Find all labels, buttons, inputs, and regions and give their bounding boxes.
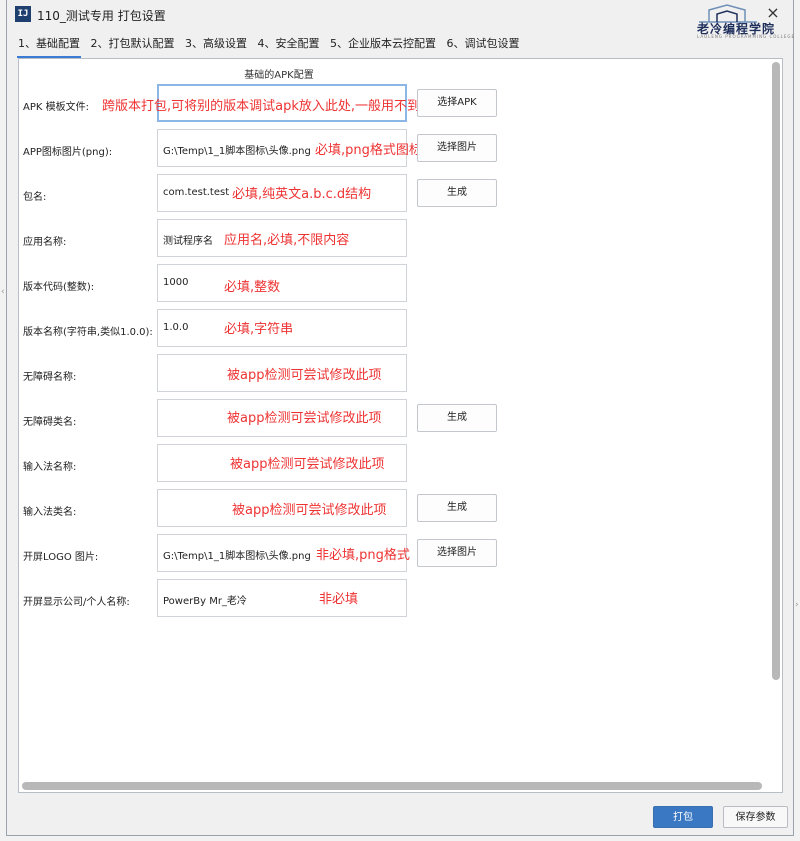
section-title: 基础的APK配置 <box>244 70 314 81</box>
tab-enterprise-cloud-config[interactable]: 5、企业版本云控配置 <box>329 36 437 58</box>
pack-button[interactable]: 打包 <box>653 806 713 828</box>
logo-subtitle: LAOLENG PROGRAMMING COLLEGE <box>697 34 796 39</box>
tab-advanced-settings[interactable]: 3、高级设置 <box>184 36 248 58</box>
accessibility-class-hint: 被app检测可尝试修改此项 <box>227 411 382 426</box>
version-name-label: 版本名称(字符串,类似1.0.0): <box>23 327 153 338</box>
app-icon-label: APP图标图片(png): <box>23 147 113 158</box>
field-value: G:\Temp\1_1脚本图标\头像.png <box>163 146 311 157</box>
vertical-scrollbar[interactable] <box>772 62 780 680</box>
app-name-label: 应用名称: <box>23 237 67 248</box>
select-apk-button[interactable]: 选择APK <box>417 89 497 117</box>
tab-security-config[interactable]: 4、安全配置 <box>257 36 321 58</box>
titlebar: IJ 110_测试专用 打包设置 × <box>7 0 793 30</box>
accessibility-class-label: 无障碍类名: <box>23 417 77 428</box>
accessibility-name-hint: 被app检测可尝试修改此项 <box>227 368 382 383</box>
package-name-label: 包名: <box>23 192 47 203</box>
splash-logo-label: 开屏LOGO 图片: <box>23 552 99 563</box>
generate-input-method-class-button[interactable]: 生成 <box>417 494 497 522</box>
field-value: 1.0.0 <box>163 322 189 333</box>
package-name-hint: 必填,纯英文a.b.c.d结构 <box>232 187 372 202</box>
field-value: 测试程序名 <box>163 236 213 247</box>
tab-bar: 1、基础配置 2、打包默认配置 3、高级设置 4、安全配置 5、企业版本云控配置… <box>17 36 526 58</box>
brand-logo: 老冷编程学院 LAOLENG PROGRAMMING COLLEGE <box>687 4 794 39</box>
splash-company-input[interactable]: PowerBy Mr_老冷 <box>157 579 407 617</box>
version-code-hint: 必填,整数 <box>224 280 281 295</box>
generate-package-name-button[interactable]: 生成 <box>417 179 497 207</box>
app-icon: IJ <box>15 6 31 22</box>
select-icon-image-button[interactable]: 选择图片 <box>417 134 497 162</box>
field-value: G:\Temp\1_1脚本图标\头像.png <box>163 551 311 562</box>
background-glyph: ‹ <box>1 287 5 297</box>
apk-template-label: APK 模板文件: <box>23 102 89 113</box>
window-title: 110_测试专用 打包设置 <box>37 9 166 23</box>
background-glyph: › <box>795 600 799 610</box>
save-params-button[interactable]: 保存参数 <box>723 806 788 828</box>
splash-company-label: 开屏显示公司/个人名称: <box>23 597 130 608</box>
horizontal-scrollbar[interactable] <box>22 782 762 790</box>
version-name-hint: 必填,字符串 <box>224 322 294 337</box>
splash-logo-hint: 非必填,png格式 <box>316 548 410 563</box>
field-value: 1000 <box>163 277 189 288</box>
accessibility-name-label: 无障碍名称: <box>23 372 77 383</box>
field-value: com.test.test <box>163 187 230 198</box>
select-splash-image-button[interactable]: 选择图片 <box>417 539 497 567</box>
settings-dialog: IJ 110_测试专用 打包设置 × 老冷编程学院 LAOLENG PROGRA… <box>6 0 794 836</box>
config-panel: 基础的APK配置 APK 模板文件: 跨版本打包,可将别的版本调试apk放入此处… <box>18 58 783 793</box>
app-name-hint: 应用名,必填,不限内容 <box>224 233 350 248</box>
input-method-name-hint: 被app检测可尝试修改此项 <box>230 457 385 472</box>
tab-basic-config[interactable]: 1、基础配置 <box>17 36 81 58</box>
input-method-class-hint: 被app检测可尝试修改此项 <box>232 503 387 518</box>
apk-template-hint: 跨版本打包,可将别的版本调试apk放入此处,一般用不到 <box>102 99 421 114</box>
generate-accessibility-class-button[interactable]: 生成 <box>417 404 497 432</box>
input-method-class-label: 输入法类名: <box>23 507 77 518</box>
tab-debug-pack-settings[interactable]: 6、调试包设置 <box>446 36 521 58</box>
version-code-label: 版本代码(整数): <box>23 282 95 293</box>
tab-default-pack-config[interactable]: 2、打包默认配置 <box>90 36 176 58</box>
splash-company-hint: 非必填 <box>319 592 359 607</box>
app-icon-hint: 必填,png格式图标 <box>315 143 422 158</box>
input-method-name-label: 输入法名称: <box>23 462 77 473</box>
field-value: PowerBy Mr_老冷 <box>163 596 247 607</box>
version-code-input[interactable]: 1000 <box>157 264 407 302</box>
